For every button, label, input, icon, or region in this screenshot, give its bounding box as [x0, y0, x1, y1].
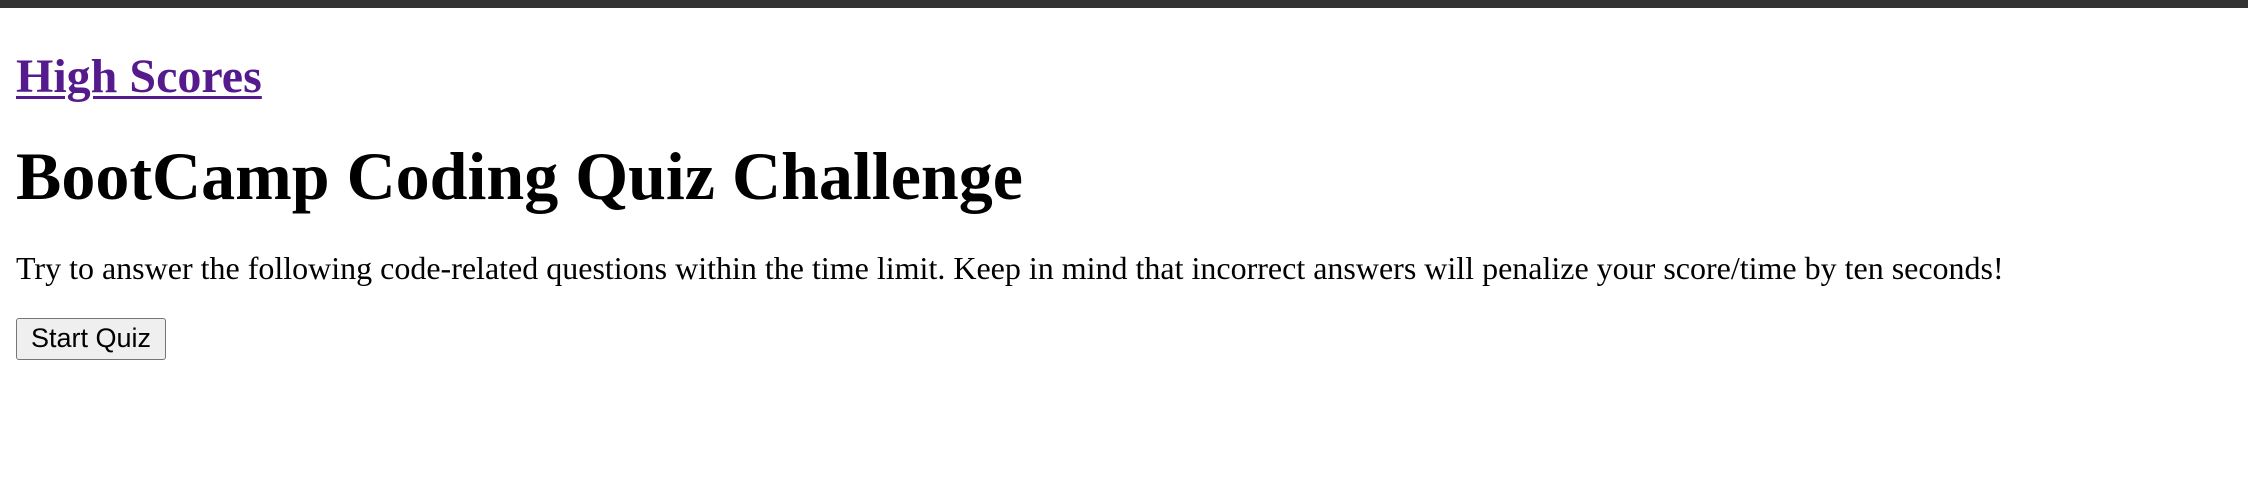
header: High Scores: [16, 8, 2232, 106]
quiz-intro: BootCamp Coding Quiz Challenge Try to an…: [16, 136, 2232, 360]
page-title: BootCamp Coding Quiz Challenge: [16, 137, 1023, 214]
intro-text: Try to answer the following code-related…: [16, 250, 2004, 287]
high-scores-link[interactable]: High Scores: [16, 48, 262, 106]
page-content: High Scores BootCamp Coding Quiz Challen…: [16, 8, 2232, 360]
top-bar: [0, 0, 2248, 8]
start-quiz-button[interactable]: Start Quiz: [16, 317, 167, 360]
